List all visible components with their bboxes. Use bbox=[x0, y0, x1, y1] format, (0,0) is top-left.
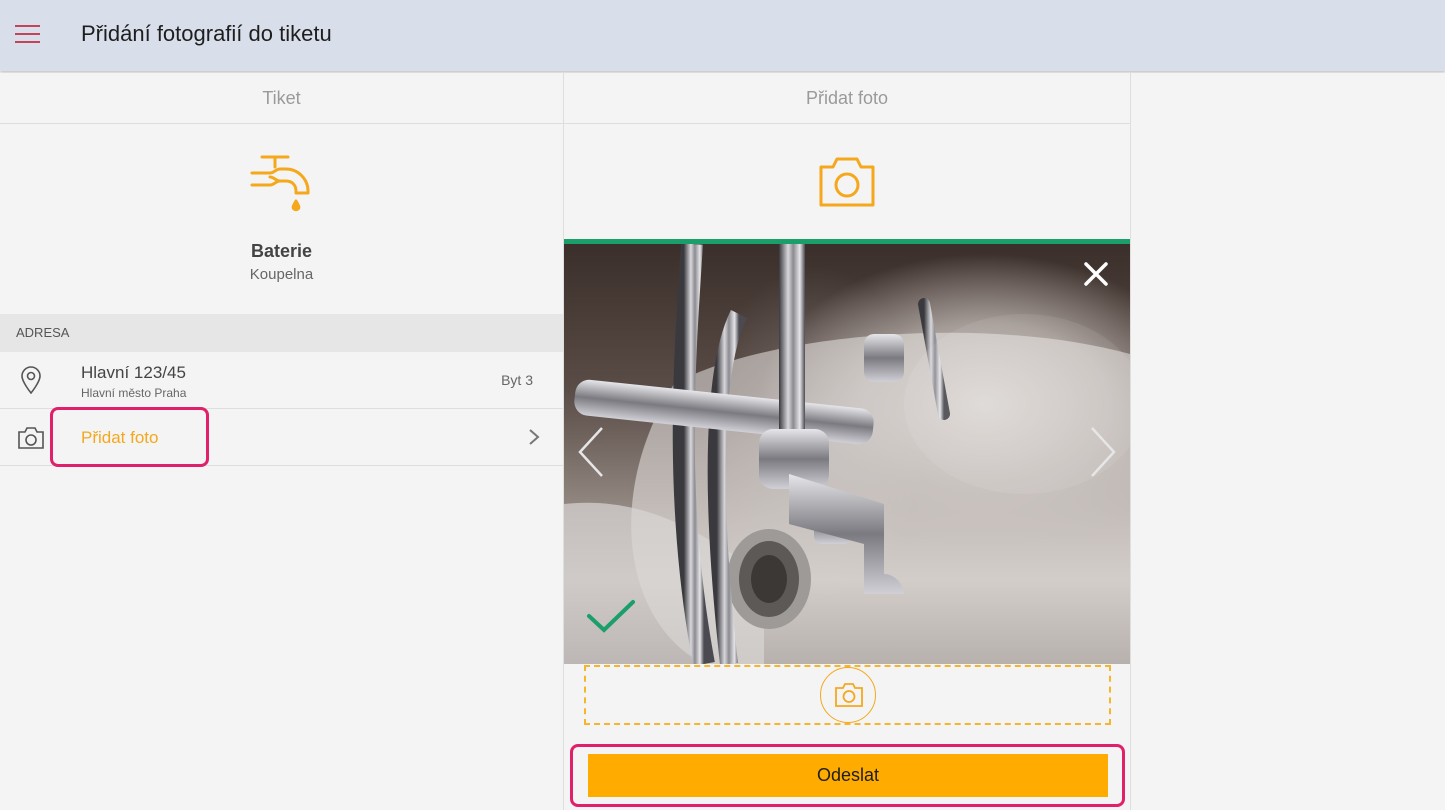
menu-icon[interactable] bbox=[15, 25, 40, 45]
add-photo-panel: Přidat foto Odeslat bbox=[564, 73, 1130, 810]
address-street: Hlavní 123/45 bbox=[81, 363, 186, 382]
next-photo-button[interactable] bbox=[1086, 424, 1118, 480]
add-photo-circle[interactable] bbox=[820, 667, 876, 723]
chevron-right-icon bbox=[529, 429, 540, 445]
ticket-panel: Tiket Baterie Koupelna ADRESA Hlavní 123… bbox=[0, 73, 563, 810]
address-row: Hlavní 123/45 Hlavní město Praha Byt 3 bbox=[0, 352, 563, 409]
send-button[interactable]: Odeslat bbox=[588, 754, 1108, 797]
address-section-header: ADRESA bbox=[0, 314, 563, 352]
close-photo-button[interactable] bbox=[1080, 258, 1112, 290]
camera-icon bbox=[819, 157, 875, 207]
add-photo-panel-title: Přidat foto bbox=[564, 73, 1130, 124]
add-photo-row[interactable]: Přidat foto bbox=[0, 409, 563, 466]
faucet-photo-illustration bbox=[564, 244, 1130, 664]
uploaded-photo bbox=[564, 244, 1130, 664]
ticket-panel-title: Tiket bbox=[0, 73, 563, 124]
camera-icon bbox=[835, 683, 863, 707]
location-pin-icon bbox=[21, 366, 41, 394]
add-another-photo-dropzone[interactable] bbox=[584, 665, 1111, 725]
previous-photo-button[interactable] bbox=[576, 424, 608, 480]
address-city: Hlavní město Praha bbox=[81, 386, 187, 400]
app-header: Přidání fotografií do tiketu bbox=[0, 0, 1445, 71]
checkmark-icon bbox=[587, 600, 635, 633]
page-title: Přidání fotografií do tiketu bbox=[81, 21, 332, 46]
empty-area bbox=[1131, 73, 1445, 810]
ticket-location: Koupelna bbox=[249, 266, 314, 283]
address-unit: Byt 3 bbox=[501, 372, 533, 388]
camera-icon bbox=[18, 427, 44, 449]
ticket-name: Baterie bbox=[250, 241, 313, 261]
faucet-icon bbox=[250, 155, 310, 212]
add-photo-label: Přidat foto bbox=[81, 428, 159, 447]
